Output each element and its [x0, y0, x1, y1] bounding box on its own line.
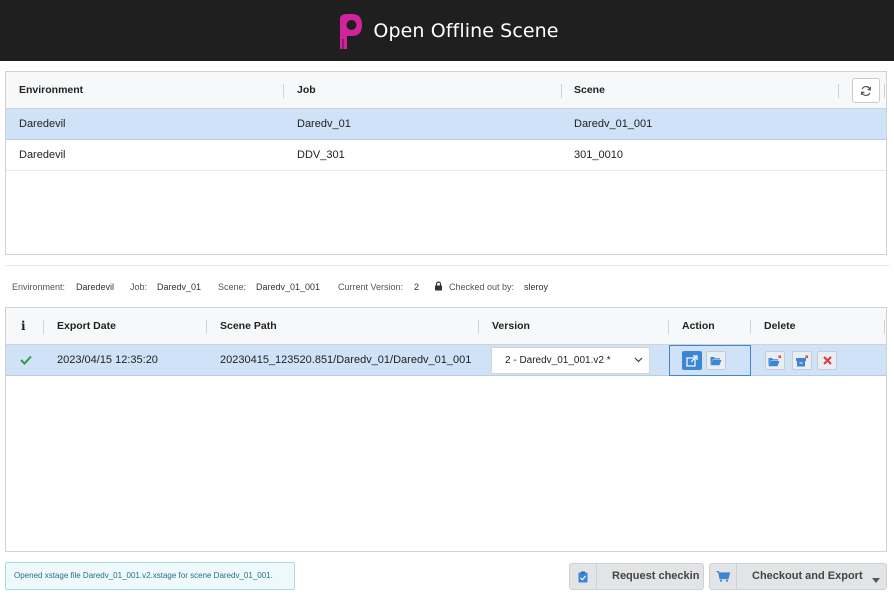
- clipboard-check-icon: [570, 564, 597, 589]
- table-row[interactable]: 2023/04/15 12:35:20 20230415_123520.851/…: [6, 345, 886, 376]
- column-header-export-date[interactable]: Export Date: [57, 308, 116, 345]
- request-checkin-button[interactable]: Request checkin: [569, 563, 704, 590]
- version-select-value: 2 - Daredv_01_001.v2 *: [505, 355, 611, 366]
- archive-delete-icon: [796, 354, 809, 366]
- delete-folder-button[interactable]: [765, 351, 785, 370]
- table-row[interactable]: Daredevil DDV_301 301_0010: [6, 140, 886, 171]
- cell-environment: Daredevil: [19, 118, 66, 130]
- versions-table: i Export Date Scene Path Version Action …: [5, 307, 887, 552]
- scene-label: Scene:: [218, 282, 247, 292]
- cell-scene: 301_0010: [574, 149, 623, 161]
- check-icon: [20, 345, 32, 376]
- status-message: Opened xstage file Daredv_01_001.v2.xsta…: [5, 562, 295, 590]
- scene-info-bar: Environment: Daredevil Job: Daredv_01 Sc…: [5, 265, 889, 307]
- checked-out-value: sleroy: [524, 282, 549, 292]
- cell-scene: Daredv_01_001: [574, 118, 653, 130]
- column-header-scene[interactable]: Scene: [574, 72, 605, 109]
- folder-open-icon: [710, 356, 722, 365]
- scene-value: Daredv_01_001: [256, 282, 321, 292]
- dropdown-caret-icon[interactable]: [872, 574, 880, 586]
- column-header-info[interactable]: i: [21, 308, 26, 345]
- checked-out-label: Checked out by:: [449, 282, 515, 292]
- cell-job: DDV_301: [297, 149, 345, 161]
- table-row[interactable]: Daredevil Daredv_01 Daredv_01_001: [6, 109, 886, 140]
- environment-label: Environment:: [12, 282, 66, 292]
- column-header-job[interactable]: Job: [297, 72, 316, 109]
- open-folder-button[interactable]: [706, 351, 726, 370]
- environment-value: Daredevil: [76, 282, 115, 292]
- column-header-delete[interactable]: Delete: [764, 308, 796, 345]
- close-icon: [822, 356, 832, 365]
- cell-job: Daredv_01: [297, 118, 351, 130]
- version-select[interactable]: 2 - Daredv_01_001.v2 *: [491, 347, 650, 374]
- versions-table-header: i Export Date Scene Path Version Action …: [6, 308, 886, 345]
- current-version-label: Current Version:: [338, 282, 404, 292]
- scenes-table-header: Environment Job Scene: [6, 72, 886, 109]
- checkout-export-button[interactable]: Checkout and Export: [709, 563, 887, 590]
- job-value: Daredv_01: [157, 282, 202, 292]
- current-version-value: 2: [414, 282, 420, 292]
- refresh-button[interactable]: [852, 78, 880, 103]
- column-header-version[interactable]: Version: [492, 308, 530, 345]
- cart-export-icon: [710, 564, 737, 589]
- window-title: Open Offline Scene: [373, 19, 559, 42]
- checkout-export-label: Checkout and Export: [752, 570, 863, 582]
- column-header-action[interactable]: Action: [682, 308, 715, 345]
- column-header-environment[interactable]: Environment: [19, 72, 83, 109]
- cell-scene-path: 20230415_123520.851/Daredv_01/Daredv_01_…: [220, 354, 472, 366]
- request-checkin-label: Request checkin: [612, 570, 700, 582]
- chevron-down-icon: [634, 348, 643, 373]
- lock-icon: [434, 281, 443, 293]
- column-header-scene-path[interactable]: Scene Path: [220, 308, 277, 345]
- open-scene-button[interactable]: [682, 351, 702, 370]
- delete-archive-button[interactable]: [792, 351, 812, 370]
- scenes-table: Environment Job Scene Daredevil Daredv_0…: [5, 71, 887, 255]
- cell-environment: Daredevil: [19, 149, 66, 161]
- app-logo-icon: [335, 11, 365, 51]
- delete-version-button[interactable]: [817, 351, 837, 370]
- job-label: Job:: [130, 282, 148, 292]
- folder-delete-icon: [768, 354, 782, 366]
- cell-export-date: 2023/04/15 12:35:20: [57, 354, 158, 366]
- action-cell: [669, 345, 751, 376]
- refresh-icon: [860, 85, 872, 96]
- title-bar: Open Offline Scene: [0, 0, 894, 61]
- external-link-icon: [686, 354, 698, 367]
